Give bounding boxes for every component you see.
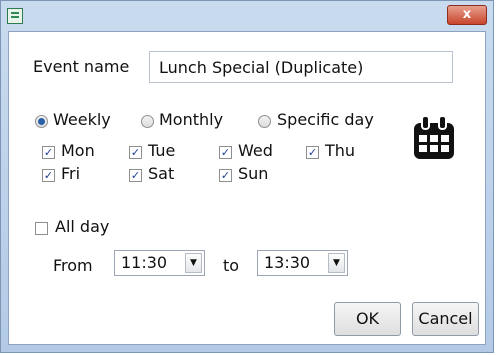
checkbox-wed-label[interactable]: Wed (238, 141, 273, 160)
calendar-icon (414, 115, 454, 159)
chevron-down-icon[interactable]: ▼ (328, 253, 345, 273)
checkbox-fri[interactable]: ✓ (42, 169, 55, 182)
radio-weekly[interactable] (35, 115, 48, 128)
checkbox-mon[interactable]: ✓ (42, 146, 55, 159)
to-time-select[interactable]: 13:30 ▼ (257, 250, 348, 276)
radio-specific-day-label[interactable]: Specific day (277, 110, 374, 129)
checkbox-mon-label[interactable]: Mon (61, 141, 95, 160)
from-label: From (53, 256, 93, 275)
close-button[interactable]: x (447, 5, 487, 25)
checkbox-all-day[interactable] (35, 222, 48, 235)
spreadsheet-icon (7, 8, 23, 24)
checkbox-tue[interactable]: ✓ (129, 146, 142, 159)
event-name-label: Event name (33, 57, 130, 76)
checkbox-sun-label[interactable]: Sun (238, 164, 268, 183)
from-time-value: 11:30 (121, 253, 168, 272)
dialog-body: Event name Lunch Special (Duplicate) Wee… (8, 31, 486, 345)
close-icon: x (462, 7, 472, 22)
to-time-value: 13:30 (264, 253, 311, 272)
event-name-field[interactable]: Lunch Special (Duplicate) (149, 51, 453, 83)
radio-monthly-label[interactable]: Monthly (159, 110, 223, 129)
title-bar[interactable]: x (1, 1, 493, 31)
checkbox-thu[interactable]: ✓ (306, 146, 319, 159)
checkbox-tue-label[interactable]: Tue (148, 141, 175, 160)
radio-monthly[interactable] (141, 115, 154, 128)
checkbox-wed[interactable]: ✓ (219, 146, 232, 159)
cancel-button[interactable]: Cancel (412, 302, 479, 336)
radio-specific-day[interactable] (258, 115, 271, 128)
chevron-down-icon[interactable]: ▼ (185, 253, 202, 273)
checkbox-all-day-label[interactable]: All day (55, 217, 109, 236)
dialog-window: x Event name Lunch Special (Duplicate) W… (0, 0, 494, 353)
checkbox-sat-label[interactable]: Sat (148, 164, 174, 183)
ok-button[interactable]: OK (334, 302, 401, 336)
radio-weekly-label[interactable]: Weekly (53, 110, 111, 129)
checkbox-sat[interactable]: ✓ (129, 169, 142, 182)
from-time-select[interactable]: 11:30 ▼ (114, 250, 205, 276)
checkbox-thu-label[interactable]: Thu (325, 141, 355, 160)
checkbox-fri-label[interactable]: Fri (61, 164, 80, 183)
to-label: to (223, 256, 240, 275)
checkbox-sun[interactable]: ✓ (219, 169, 232, 182)
